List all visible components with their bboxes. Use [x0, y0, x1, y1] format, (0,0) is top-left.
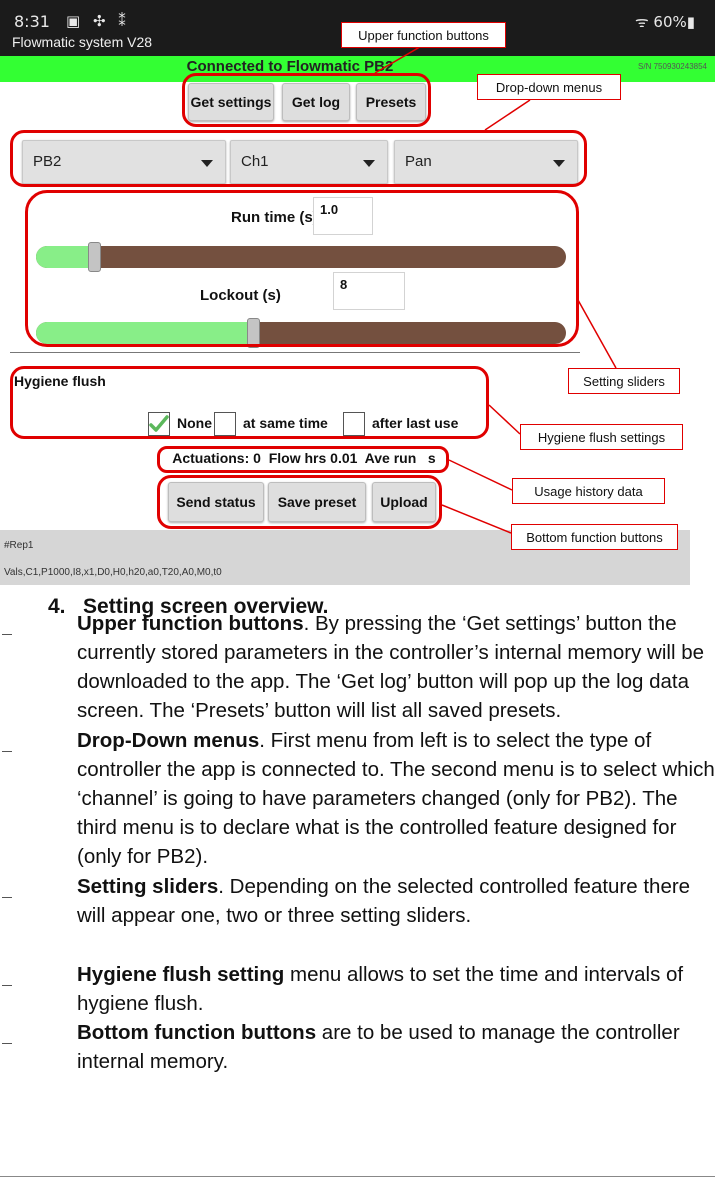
- term-dropdowns: Drop-Down menus: [77, 729, 260, 752]
- page-border: [0, 1176, 715, 1177]
- paragraph-hygiene: Hygiene flush setting menu allows to set…: [77, 960, 715, 1018]
- term-upper-buttons: Upper function buttons: [77, 612, 304, 635]
- bullet-dash: [2, 634, 12, 635]
- callout-upper-buttons: Upper function buttons: [341, 22, 506, 48]
- term-sliders: Setting sliders: [77, 875, 219, 898]
- paragraph-sliders: Setting sliders. Depending on the select…: [77, 872, 715, 930]
- term-bottom-buttons: Bottom function buttons: [77, 1021, 317, 1044]
- section-number: 4.: [48, 595, 66, 618]
- bullet-dash: [2, 751, 12, 752]
- callout-dropdowns: Drop-down menus: [477, 74, 621, 100]
- bullet-dash: [2, 985, 12, 986]
- callout-sliders: Setting sliders: [568, 368, 680, 394]
- bullet-dash: [2, 897, 12, 898]
- paragraph-dropdowns: Drop-Down menus. First menu from left is…: [77, 726, 715, 871]
- callout-bottom-buttons: Bottom function buttons: [511, 524, 678, 550]
- term-hygiene: Hygiene flush setting: [77, 963, 285, 986]
- callout-hygiene: Hygiene flush settings: [520, 424, 683, 450]
- callout-usage: Usage history data: [512, 478, 665, 504]
- bullet-dash: [2, 1043, 12, 1044]
- paragraph-upper-buttons: Upper function buttons. By pressing the …: [77, 609, 715, 725]
- paragraph-bottom-buttons: Bottom function buttons are to be used t…: [77, 1018, 715, 1076]
